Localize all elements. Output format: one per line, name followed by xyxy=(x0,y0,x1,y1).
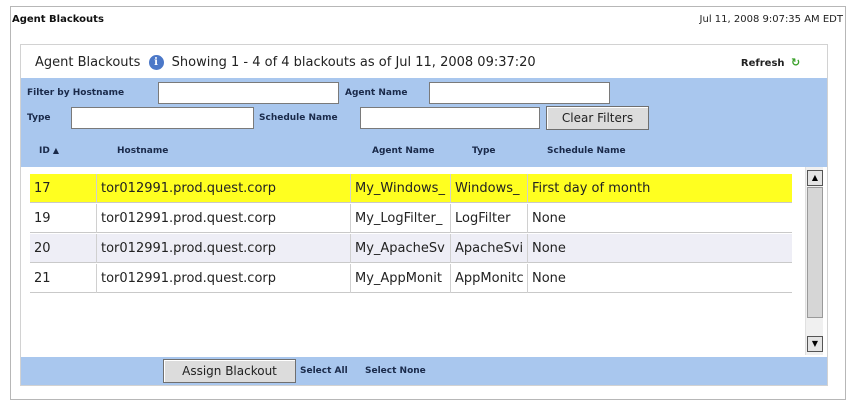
cell-type: ApacheSvi xyxy=(451,234,528,263)
cell-schedule-name: None xyxy=(532,241,566,256)
table-row[interactable]: 17 tor012991.prod.quest.corp My_Windows_… xyxy=(30,174,792,203)
scroll-down-icon[interactable]: ▼ xyxy=(807,336,823,352)
page-title: Agent Blackouts xyxy=(12,14,104,25)
clear-filters-button[interactable]: Clear Filters xyxy=(546,106,649,130)
cell-type: AppMonitc xyxy=(451,264,528,293)
refresh-link[interactable]: Refresh ↻ xyxy=(741,57,801,69)
agent-name-filter-label: Agent Name xyxy=(345,88,408,98)
type-filter-input[interactable] xyxy=(71,107,254,129)
select-all-link[interactable]: Select All xyxy=(300,366,348,376)
cell-id: 20 xyxy=(30,234,97,263)
agent-name-filter-input[interactable] xyxy=(429,82,610,104)
cell-hostname: tor012991.prod.quest.corp xyxy=(97,234,351,263)
schedule-name-filter-input[interactable] xyxy=(360,107,540,129)
cell-agent-name: My_Windows_ xyxy=(351,174,451,203)
table-row[interactable]: 19 tor012991.prod.quest.corp My_LogFilte… xyxy=(30,204,792,233)
panel-title-line: Agent Blackouts i Showing 1 - 4 of 4 bla… xyxy=(35,55,536,70)
table-footer: Assign Blackout Select All Select None xyxy=(21,357,827,385)
scroll-thumb[interactable] xyxy=(807,187,823,318)
cell-hostname: tor012991.prod.quest.corp xyxy=(97,204,351,233)
cell-agent-name: My_LogFilter_ xyxy=(351,204,451,233)
schedule-name-filter-label: Schedule Name xyxy=(259,113,338,123)
column-header-hostname[interactable]: Hostname xyxy=(117,146,168,156)
column-header-agent-name[interactable]: Agent Name xyxy=(372,146,434,156)
refresh-label[interactable]: Refresh xyxy=(741,58,785,69)
cell-id: 21 xyxy=(30,264,97,293)
cell-agent-name: My_AppMonit xyxy=(351,264,451,293)
column-header-schedule-name[interactable]: Schedule Name xyxy=(547,146,626,156)
cell-type: Windows_ xyxy=(451,174,528,203)
cell-hostname: tor012991.prod.quest.corp xyxy=(97,174,351,203)
cell-schedule-name: None xyxy=(532,271,566,286)
cell-id: 17 xyxy=(30,174,97,203)
select-none-link[interactable]: Select None xyxy=(365,366,426,376)
cell-schedule-name: None xyxy=(532,211,566,226)
panel-title: Agent Blackouts xyxy=(35,55,141,70)
cell-id: 19 xyxy=(30,204,97,233)
showing-summary: Showing 1 - 4 of 4 blackouts as of Jul 1… xyxy=(171,55,536,70)
hostname-filter-label: Filter by Hostname xyxy=(27,88,125,98)
page-timestamp: Jul 11, 2008 9:07:35 AM EDT xyxy=(699,14,843,25)
type-filter-label: Type xyxy=(27,113,51,123)
blackouts-panel: Agent Blackouts i Showing 1 - 4 of 4 bla… xyxy=(20,44,828,386)
filter-bar: Filter by Hostname Agent Name Type Sched… xyxy=(21,78,827,134)
hostname-filter-input[interactable] xyxy=(158,82,339,104)
cell-schedule-name: First day of month xyxy=(532,181,651,196)
sort-ascending-icon[interactable]: ▲ xyxy=(53,146,59,155)
table-body: 17 tor012991.prod.quest.corp My_Windows_… xyxy=(21,167,827,357)
column-id-label[interactable]: ID xyxy=(39,146,50,156)
cell-type: LogFilter xyxy=(451,204,528,233)
refresh-icon[interactable]: ↻ xyxy=(791,57,801,68)
cell-hostname: tor012991.prod.quest.corp xyxy=(97,264,351,293)
assign-blackout-button[interactable]: Assign Blackout xyxy=(163,359,296,383)
table-row[interactable]: 20 tor012991.prod.quest.corp My_ApacheSv… xyxy=(30,234,792,263)
column-header-id[interactable]: ID ▲ xyxy=(39,146,59,156)
info-icon[interactable]: i xyxy=(148,55,164,70)
vertical-scrollbar[interactable]: ▲ ▼ xyxy=(805,167,823,355)
scroll-up-icon[interactable]: ▲ xyxy=(807,170,823,186)
column-header-type[interactable]: Type xyxy=(472,146,495,156)
cell-agent-name: My_ApacheSv xyxy=(351,234,451,263)
table-header: ID ▲ Hostname Agent Name Type Schedule Na… xyxy=(21,134,827,167)
panel-header: Agent Blackouts i Showing 1 - 4 of 4 bla… xyxy=(21,45,827,78)
table-row[interactable]: 21 tor012991.prod.quest.corp My_AppMonit… xyxy=(30,264,792,293)
